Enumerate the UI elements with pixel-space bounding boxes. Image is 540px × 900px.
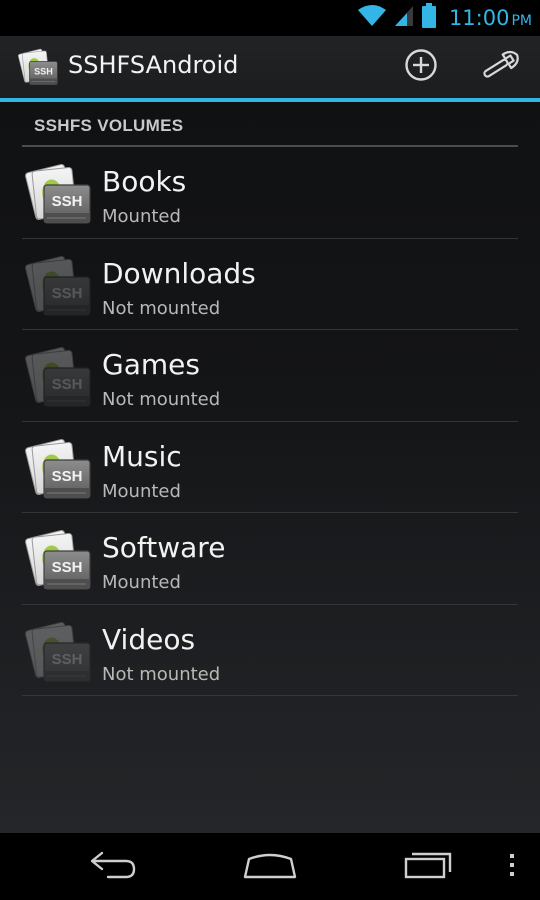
cell-signal-icon xyxy=(393,4,415,32)
list-item[interactable]: Music Mounted xyxy=(0,422,540,513)
ssh-drive-icon xyxy=(24,527,92,593)
volume-status: Not mounted xyxy=(102,297,221,319)
list-divider xyxy=(22,695,518,696)
volume-list: Books Mounted Downloads Not mounted Game… xyxy=(0,147,540,696)
volume-status: Mounted xyxy=(102,572,181,593)
back-icon xyxy=(88,850,138,884)
app-title: SSHFSAndroid xyxy=(68,51,239,79)
navigation-bar xyxy=(0,833,540,900)
volume-status: Not mounted xyxy=(102,663,221,685)
ssh-drive-icon[interactable] xyxy=(16,47,60,87)
overflow-menu-icon xyxy=(508,852,516,882)
volume-status: Mounted xyxy=(102,206,181,227)
wifi-icon xyxy=(357,4,387,32)
clock: 11:00 PM xyxy=(449,6,532,30)
list-item[interactable]: Games Not mounted xyxy=(0,330,540,422)
recents-icon xyxy=(403,850,455,884)
clock-time: 11:00 xyxy=(448,6,510,30)
wrench-icon xyxy=(480,48,522,86)
list-item[interactable]: Software Mounted xyxy=(0,513,540,605)
ssh-drive-icon xyxy=(24,344,92,410)
ssh-drive-icon xyxy=(24,619,92,685)
add-circle-icon xyxy=(404,48,438,86)
add-volume-button[interactable] xyxy=(386,36,456,98)
list-item[interactable]: Books Mounted xyxy=(0,147,540,239)
volume-name: Videos xyxy=(102,622,196,656)
battery-icon xyxy=(421,3,437,33)
volume-list-panel: SSHFS VOLUMES Books Mounted Downloads No… xyxy=(0,102,540,833)
ssh-drive-icon xyxy=(24,253,92,319)
list-item[interactable]: Downloads Not mounted xyxy=(0,239,540,330)
screen: 11:00 PM SSHFSAndroid SSHFS VOLUMES Book… xyxy=(0,0,540,900)
home-button[interactable] xyxy=(215,833,325,900)
list-item[interactable]: Videos Not mounted xyxy=(0,605,540,696)
ssh-drive-icon xyxy=(24,436,92,502)
status-bar: 11:00 PM xyxy=(0,0,540,36)
volume-name: Software xyxy=(102,531,226,564)
volume-name: Games xyxy=(102,348,200,381)
section-header: SSHFS VOLUMES xyxy=(34,116,184,135)
recents-button[interactable] xyxy=(374,833,484,900)
back-button[interactable] xyxy=(58,833,168,900)
clock-ampm: PM xyxy=(511,13,532,29)
ssh-drive-icon xyxy=(24,161,92,227)
volume-name: Music xyxy=(102,439,182,473)
status-icons: 11:00 PM xyxy=(357,3,532,33)
settings-button[interactable] xyxy=(466,36,536,98)
volume-name: Downloads xyxy=(102,256,256,290)
home-icon xyxy=(242,850,298,884)
action-bar: SSHFSAndroid xyxy=(0,36,540,102)
volume-name: Books xyxy=(102,165,187,198)
overflow-menu-button[interactable] xyxy=(494,833,530,900)
volume-status: Mounted xyxy=(102,480,181,502)
volume-status: Not mounted xyxy=(102,389,221,410)
